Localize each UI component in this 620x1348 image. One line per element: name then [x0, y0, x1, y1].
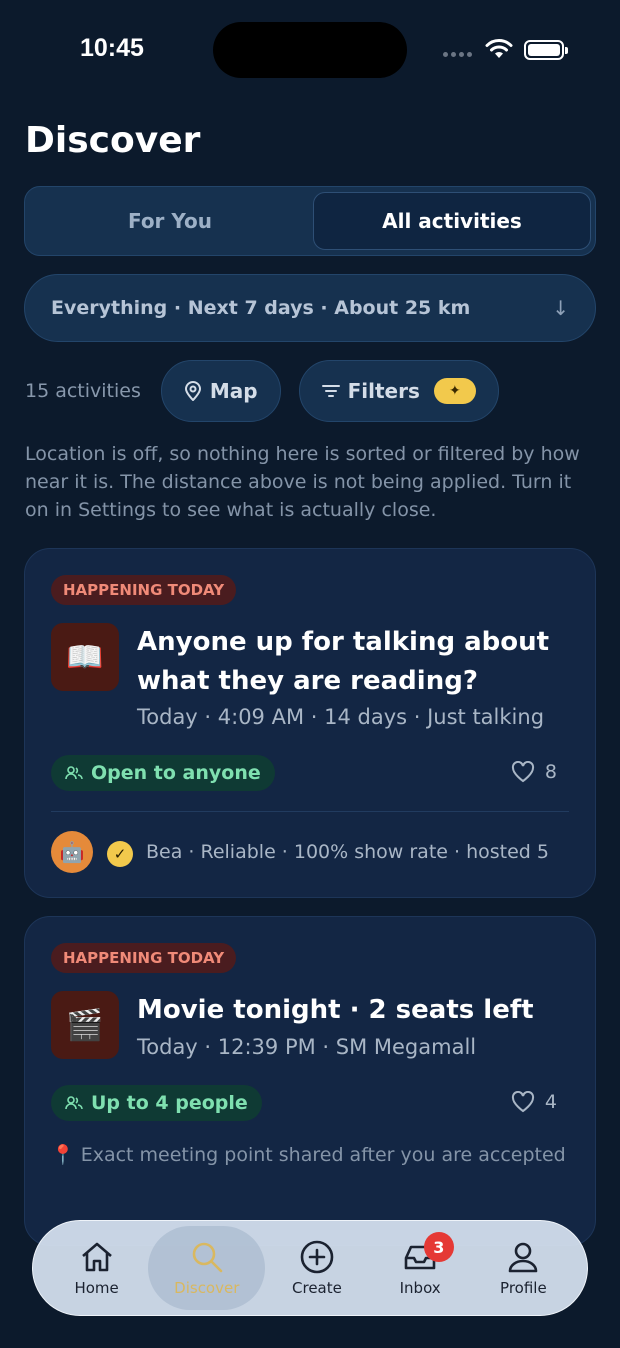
people-icon	[65, 766, 83, 780]
like-button[interactable]: 8	[511, 761, 557, 783]
heart-icon	[511, 1091, 534, 1113]
map-button[interactable]: Map	[160, 360, 281, 422]
tab-inbox[interactable]: Inbox 3	[369, 1226, 472, 1310]
dynamic-island	[213, 22, 407, 78]
audience-badge: Up to 4 people	[51, 1085, 262, 1121]
bottom-tab-bar: Home Discover Create Inbox 3 Profile	[32, 1220, 588, 1316]
plus-circle-icon	[300, 1240, 334, 1274]
activity-meta: Today · 12:39 PM · SM Megamall	[137, 1035, 477, 1059]
like-count: 4	[544, 1091, 557, 1113]
tab-create-label: Create	[292, 1279, 342, 1297]
tab-all-activities[interactable]: All activities	[313, 192, 591, 250]
map-label: Map	[209, 379, 258, 403]
people-icon	[65, 1096, 83, 1110]
heart-icon	[511, 761, 534, 783]
audience-badge: Open to anyone	[51, 755, 275, 791]
filters-label: Filters	[347, 379, 420, 403]
tab-home[interactable]: Home	[45, 1226, 148, 1310]
tab-discover-label: Discover	[174, 1279, 240, 1297]
activity-title: Anyone up for talking about what they ar…	[137, 627, 550, 696]
tab-for-you[interactable]: For You	[31, 192, 309, 250]
battery-icon	[524, 40, 568, 60]
location-off-note: Location is off, so nothing here is sort…	[25, 443, 580, 521]
wifi-icon	[485, 39, 513, 58]
activity-card[interactable]: HAPPENING TODAY 🎬 Movie tonight · 2 seat…	[24, 916, 596, 1246]
page-title: Discover	[25, 120, 201, 161]
happening-today-tag: HAPPENING TODAY	[51, 575, 237, 605]
tab-profile[interactable]: Profile	[472, 1226, 575, 1310]
signal-icon	[443, 52, 472, 57]
clapperboard-icon: 🎬	[51, 991, 119, 1059]
audience-label: Open to anyone	[91, 762, 261, 784]
audience-label: Up to 4 people	[91, 1092, 248, 1114]
search-icon	[192, 1242, 223, 1273]
status-time: 10:45	[80, 34, 144, 62]
tab-profile-label: Profile	[500, 1279, 547, 1297]
activity-meta: Today · 4:09 AM · 14 days · Just talking	[137, 705, 545, 729]
scope-selector[interactable]: Everything · Next 7 days · About 25 km ↓	[24, 274, 596, 342]
view-segmented-control: For You All activities	[24, 186, 596, 256]
inbox-badge: 3	[423, 1232, 454, 1262]
tab-create[interactable]: Create	[265, 1226, 368, 1310]
happening-today-tag: HAPPENING TODAY	[51, 943, 237, 973]
host-info: Bea · Reliable · 100% show rate · hosted…	[146, 841, 549, 863]
home-icon	[81, 1242, 112, 1272]
status-bar: 10:45	[0, 0, 620, 100]
location-pin-icon	[184, 381, 201, 401]
activity-count: 15 activities	[25, 380, 141, 402]
activity-title: Movie tonight · 2 seats left	[137, 995, 534, 1025]
results-toolbar: 15 activities Map Filters ✦	[25, 360, 605, 422]
like-count: 8	[544, 761, 557, 783]
filter-icon	[321, 385, 340, 397]
tab-inbox-label: Inbox	[399, 1279, 441, 1297]
book-icon: 📖	[51, 623, 119, 691]
scope-label: Everything · Next 7 days · About 25 km	[51, 297, 471, 319]
meeting-point-note: 📍 Exact meeting point shared after you a…	[51, 1144, 566, 1166]
sparkle-icon: ✦	[433, 378, 476, 404]
verified-check-icon: ✓	[107, 841, 133, 867]
avatar[interactable]: 🤖	[51, 831, 93, 873]
card-divider	[51, 811, 569, 812]
arrow-down-icon: ↓	[552, 296, 569, 320]
activity-card[interactable]: HAPPENING TODAY 📖 Anyone up for talking …	[24, 548, 596, 898]
filters-button[interactable]: Filters ✦	[298, 360, 499, 422]
tab-discover[interactable]: Discover	[148, 1226, 266, 1310]
like-button[interactable]: 4	[511, 1091, 557, 1113]
person-icon	[509, 1242, 538, 1273]
tab-home-label: Home	[74, 1279, 119, 1297]
